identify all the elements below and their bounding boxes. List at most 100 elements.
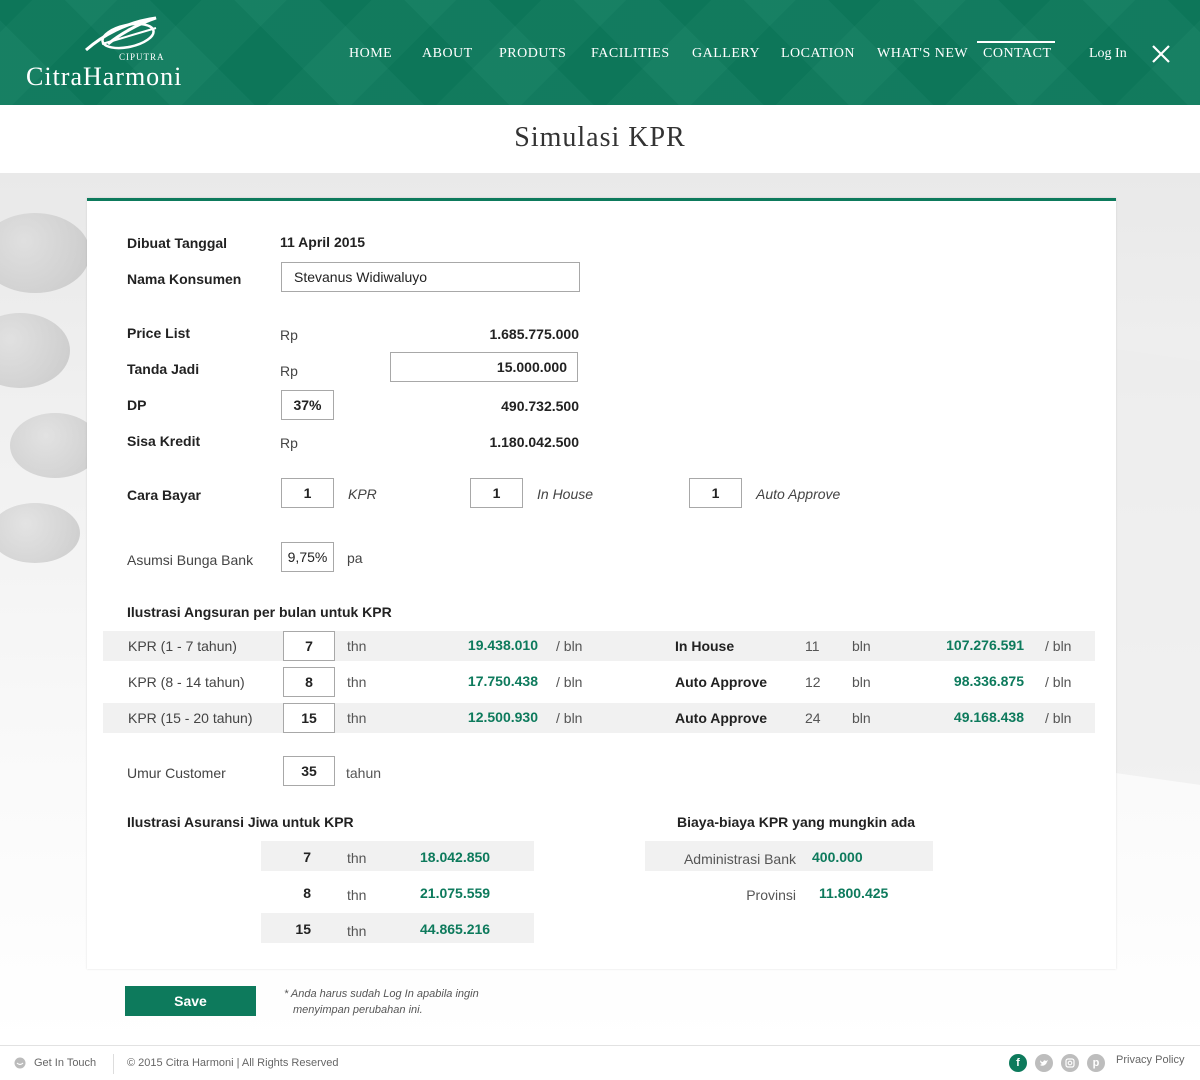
installment-alt-months: 12	[805, 674, 821, 690]
installment-label: KPR (1 - 7 tahun)	[128, 638, 237, 654]
fee-label: Provinsi	[746, 887, 796, 903]
fees-heading: Biaya-biaya KPR yang mungkin ada	[677, 814, 916, 830]
price-label: Price List	[127, 325, 191, 341]
bg-key-decor	[0, 213, 90, 293]
interest-unit: pa	[347, 550, 363, 566]
insurance-unit: thn	[347, 887, 367, 903]
installment-alt-amount: 49.168.438	[953, 709, 1024, 725]
insurance-heading: Ilustrasi Asuransi Jiwa untuk KPR	[127, 814, 354, 830]
login-note: * Anda harus sudah Log In apabila ingin …	[284, 986, 544, 1018]
price-currency: Rp	[280, 327, 298, 343]
pay-kpr-value: 1	[303, 485, 312, 501]
customer-label: Nama Konsumen	[127, 271, 242, 287]
installment-alt-unit: bln	[852, 638, 871, 654]
installment-alt-amount: 98.336.875	[953, 673, 1024, 689]
instagram-icon[interactable]	[1061, 1054, 1079, 1072]
installment-alt-per: / bln	[1045, 710, 1072, 726]
chat-icon	[14, 1057, 26, 1069]
footer-divider	[113, 1054, 114, 1074]
logo-swoosh-icon	[85, 16, 157, 52]
installment-label: KPR (8 - 14 tahun)	[128, 674, 245, 690]
nav-gallery[interactable]: GALLERY	[692, 46, 760, 62]
insurance-unit: thn	[347, 923, 367, 939]
installment-amount: 19.438.010	[467, 637, 538, 653]
installment-years-input[interactable]: 7	[283, 631, 335, 661]
twitter-icon[interactable]	[1035, 1054, 1053, 1072]
remaining-currency: Rp	[280, 435, 298, 451]
installment-years-input[interactable]: 8	[283, 667, 335, 697]
insurance-years: 8	[303, 885, 311, 901]
installment-per: / bln	[556, 710, 583, 726]
nav-contact[interactable]: CONTACT	[983, 46, 1052, 62]
pay-inhouse-input[interactable]: 1	[470, 478, 523, 508]
customer-name-input[interactable]: Stevanus Widiwaluyo	[281, 262, 580, 292]
pinterest-icon[interactable]: p	[1087, 1054, 1105, 1072]
fee-amount: 400.000	[812, 849, 863, 865]
customer-name-value: Stevanus Widiwaluyo	[294, 269, 428, 285]
brand-name: CitraHarmoni	[26, 62, 183, 91]
login-link[interactable]: Log In	[1089, 46, 1127, 62]
pay-kpr-input[interactable]: 1	[281, 478, 334, 508]
privacy-policy-link[interactable]: Privacy Policy	[1116, 1054, 1184, 1066]
insurance-row-bg	[261, 841, 534, 871]
insurance-amount: 21.075.559	[420, 885, 491, 901]
installment-alt-amount: 107.276.591	[946, 637, 1024, 653]
close-icon[interactable]	[1151, 44, 1171, 64]
installment-per: / bln	[556, 638, 583, 654]
copyright-text: © 2015 Citra Harmoni | All Rights Reserv…	[127, 1057, 339, 1069]
booking-label: Tanda Jadi	[127, 361, 200, 377]
installment-alt-unit: bln	[852, 674, 871, 690]
nav-produts[interactable]: PRODUTS	[499, 46, 566, 62]
pay-auto-input[interactable]: 1	[689, 478, 742, 508]
site-header: CIPUTRA CitraHarmoni HOME ABOUT PRODUTS …	[0, 0, 1200, 105]
nav-facilities[interactable]: FACILITIES	[591, 46, 670, 62]
installment-years-value: 15	[301, 710, 317, 726]
nav-active-indicator	[977, 41, 1055, 43]
facebook-icon[interactable]: f	[1009, 1054, 1027, 1072]
booking-input[interactable]: 15.000.000	[390, 352, 578, 382]
pay-kpr-label: KPR	[348, 486, 377, 502]
dp-value: 490.732.500	[501, 398, 579, 414]
booking-value: 15.000.000	[496, 359, 567, 375]
fee-amount: 11.800.425	[819, 885, 889, 901]
pay-inhouse-value: 1	[492, 485, 501, 501]
installment-unit: thn	[347, 710, 367, 726]
insurance-years: 15	[295, 921, 311, 937]
nav-home[interactable]: HOME	[349, 46, 392, 62]
brand-logo[interactable]: CIPUTRA CitraHarmoni	[26, 14, 221, 94]
installment-alt-label: Auto Approve	[675, 674, 768, 690]
date-label: Dibuat Tanggal	[127, 235, 228, 251]
dp-percent-value: 37%	[293, 397, 322, 413]
installment-alt-per: / bln	[1045, 674, 1072, 690]
installment-alt-per: / bln	[1045, 638, 1072, 654]
site-footer: Get In Touch © 2015 Citra Harmoni | All …	[0, 1045, 1200, 1080]
brand-small: CIPUTRA	[119, 52, 165, 62]
installment-years-input[interactable]: 15	[283, 703, 335, 733]
installment-unit: thn	[347, 674, 367, 690]
age-unit: tahun	[346, 765, 382, 781]
pay-inhouse-label: In House	[537, 486, 594, 502]
age-input[interactable]: 35	[283, 756, 335, 786]
save-button[interactable]: Save	[125, 986, 256, 1016]
interest-input[interactable]: 9,75%	[281, 542, 334, 572]
installment-alt-unit: bln	[852, 710, 871, 726]
interest-value: 9,75%	[287, 549, 328, 565]
dp-percent-input[interactable]: 37%	[281, 390, 334, 420]
installment-per: / bln	[556, 674, 583, 690]
nav-about[interactable]: ABOUT	[422, 46, 473, 62]
nav-whats-new[interactable]: WHAT'S NEW	[877, 46, 968, 62]
bg-key-decor	[0, 503, 80, 563]
installment-label: KPR (15 - 20 tahun)	[128, 710, 253, 726]
pay-auto-value: 1	[711, 485, 720, 501]
price-value: 1.685.775.000	[489, 326, 579, 342]
installment-years-value: 8	[305, 674, 313, 690]
installment-alt-months: 11	[805, 638, 820, 654]
age-value: 35	[301, 763, 317, 779]
login-note-line2: menyimpan perubahan ini.	[293, 1004, 423, 1016]
remaining-label: Sisa Kredit	[127, 433, 201, 449]
nav-location[interactable]: LOCATION	[781, 46, 855, 62]
interest-label: Asumsi Bunga Bank	[127, 552, 254, 568]
age-label: Umur Customer	[127, 765, 226, 781]
date-value: 11 April 2015	[280, 234, 366, 250]
get-in-touch-link[interactable]: Get In Touch	[34, 1057, 96, 1069]
